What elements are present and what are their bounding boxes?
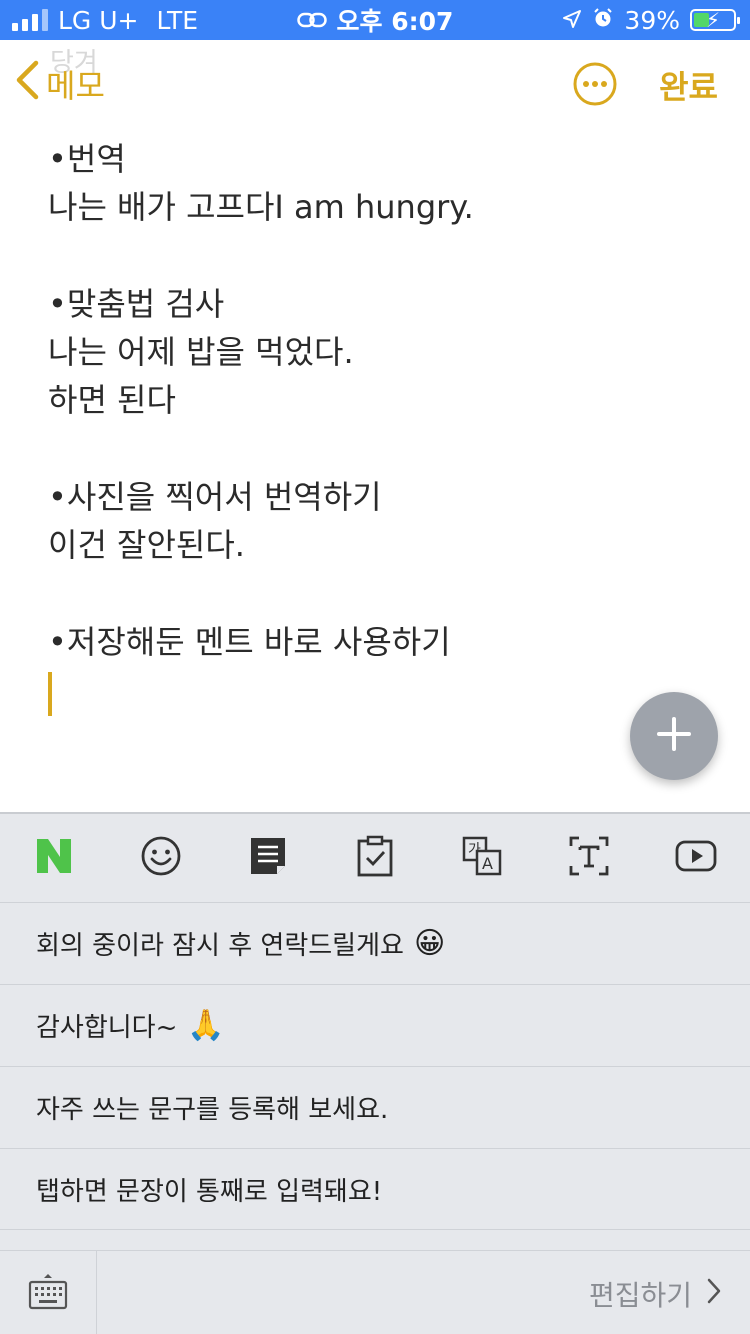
edit-label: 편집하기 xyxy=(588,1279,692,1312)
phrase-text: 자주 쓰는 문구를 등록해 보세요. xyxy=(36,1095,389,1125)
add-button[interactable] xyxy=(630,692,718,780)
naver-button[interactable] xyxy=(0,814,107,902)
keyboard-toggle-button[interactable] xyxy=(0,1251,97,1334)
battery-percent: 39% xyxy=(624,5,680,35)
done-button[interactable]: 완료 xyxy=(659,62,718,108)
clipboard-icon xyxy=(356,835,394,881)
saved-phrases-button[interactable] xyxy=(214,814,321,902)
video-icon xyxy=(675,840,717,876)
note-line: 나는 어제 밥을 먹었다. xyxy=(48,333,354,371)
phrase-item[interactable]: 자주 쓰는 문구를 등록해 보세요. xyxy=(0,1066,750,1148)
charging-bolt-icon: ⚡ xyxy=(706,8,721,32)
note-line: •번역 xyxy=(48,140,126,178)
phrase-item[interactable]: 탭하면 문장이 통째로 입력돼요! xyxy=(0,1148,750,1230)
note-line: 하면 된다 xyxy=(48,381,176,419)
phrase-text: 탭하면 문장이 통째로 입력돼요! xyxy=(36,1176,383,1207)
naver-n-icon xyxy=(36,838,72,878)
text-cursor xyxy=(48,672,52,716)
note-line: •저장해둔 멘트 바로 사용하기 xyxy=(48,623,451,661)
chevron-left-icon xyxy=(14,60,40,108)
note-blank-line xyxy=(48,231,708,280)
note-blank-line xyxy=(48,569,708,618)
note-icon xyxy=(249,836,287,880)
note-blank-line xyxy=(48,424,708,473)
note-line: 나는 배가 고프다I am hungry. xyxy=(48,188,474,226)
nav-bar: 당겨 메모 완료 xyxy=(0,40,750,128)
back-button[interactable]: 메모 xyxy=(14,60,105,108)
folded-hands-emoji: 🙏 xyxy=(187,1008,225,1043)
text-recognition-button[interactable] xyxy=(535,814,642,902)
location-arrow-icon xyxy=(562,6,582,35)
alarm-icon xyxy=(592,6,614,35)
phrase-text: 회의 중이라 잠시 후 연락드릴게요 xyxy=(36,931,404,961)
edit-phrases-button[interactable]: 편집하기 xyxy=(589,1251,722,1334)
panel-bottom-bar: 편집하기 xyxy=(0,1250,750,1334)
translate-icon: 가A xyxy=(462,836,502,880)
emoji-icon xyxy=(140,835,182,881)
battery-icon: ⚡ xyxy=(690,8,740,32)
phrase-list: 회의 중이라 잠시 후 연락드릴게요 😀 감사합니다~ 🙏 자주 쓰는 문구를 … xyxy=(0,902,750,1230)
ellipsis-circle-icon xyxy=(573,62,617,110)
status-right: 39% ⚡ xyxy=(562,0,740,40)
note-line: 이건 잘안된다. xyxy=(48,526,245,564)
svg-text:A: A xyxy=(482,854,493,873)
keyboard-panel: 가A 회의 중이라 잠시 후 연락드릴게요 😀 감사합니다~ 🙏 자주 쓰는 문… xyxy=(0,812,750,1334)
video-button[interactable] xyxy=(642,814,749,902)
status-bar: LG U+ LTE 오후 6:07 39% ⚡ xyxy=(0,0,750,40)
note-editor[interactable]: •번역 나는 배가 고프다I am hungry. •맞춤법 검사 나는 어제 … xyxy=(48,135,708,716)
keyboard-toolbar: 가A xyxy=(0,814,750,902)
chevron-right-icon xyxy=(706,1277,722,1312)
phrase-text: 감사합니다~ xyxy=(36,1013,178,1043)
phrase-item[interactable]: 감사합니다~ 🙏 xyxy=(0,984,750,1066)
more-options-button[interactable] xyxy=(573,62,617,106)
link-icon xyxy=(296,6,327,35)
status-time: 오후 6:07 xyxy=(336,7,454,36)
phrase-item[interactable]: 회의 중이라 잠시 후 연락드릴게요 😀 xyxy=(0,902,750,984)
keyboard-icon xyxy=(28,1272,68,1316)
emoji-button[interactable] xyxy=(107,814,214,902)
text-recognition-icon xyxy=(569,836,609,880)
back-label: 메모 xyxy=(46,67,105,105)
note-line: •사진을 찍어서 번역하기 xyxy=(48,478,382,516)
translate-button[interactable]: 가A xyxy=(428,814,535,902)
note-line: •맞춤법 검사 xyxy=(48,285,225,323)
plus-icon xyxy=(656,716,692,756)
clipboard-button[interactable] xyxy=(321,814,428,902)
grinning-face-emoji: 😀 xyxy=(413,926,446,961)
